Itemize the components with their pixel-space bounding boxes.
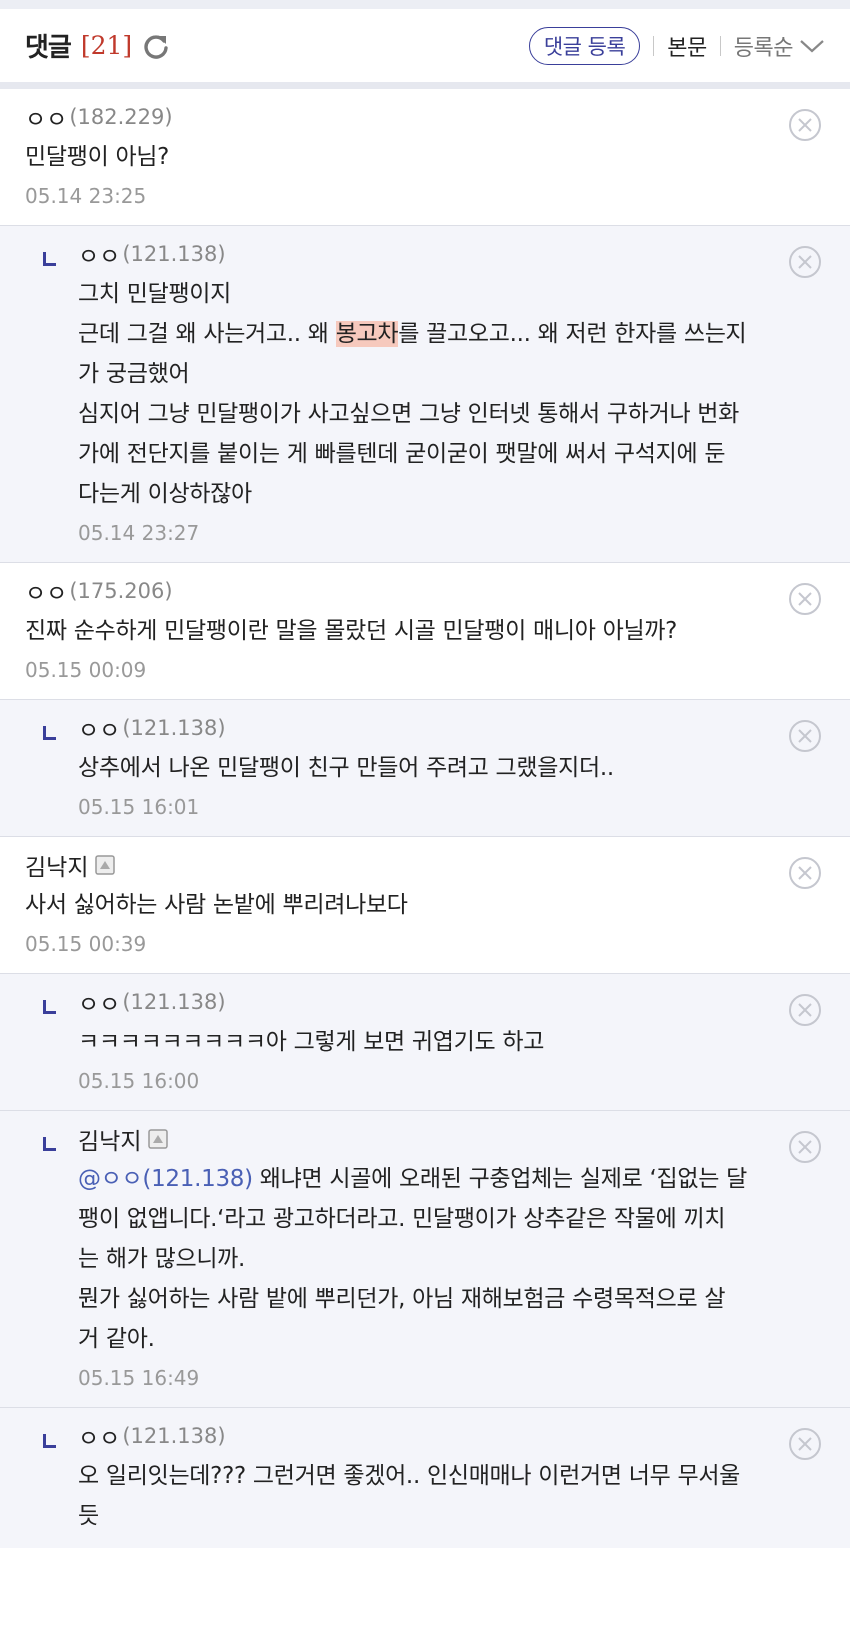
close-circle-icon[interactable]	[788, 1130, 822, 1164]
refresh-icon[interactable]	[142, 32, 170, 60]
author-ip: (175.206)	[69, 579, 173, 603]
content-line: 거 같아.	[78, 1326, 155, 1352]
comment-item: ㅇㅇ (182.229) 민달팽이 아님? 05.14 23:25	[0, 89, 850, 226]
author-ip: (121.138)	[122, 1424, 226, 1448]
reply-item: 김낙지 @ㅇㅇ(121.138) 왜냐면 시골에 오래된 구충업체는 실제로 ‘…	[0, 1111, 850, 1408]
author-name[interactable]: ㅇㅇ	[25, 574, 67, 608]
content-line: 다는게 이상하잖아	[78, 481, 252, 507]
content-line: ㅋㅋㅋㅋㅋㅋㅋㅋㅋ아 그렇게 보면 귀엽기도 하고	[78, 1029, 545, 1055]
content-line: 는 해가 많으니까.	[78, 1246, 246, 1272]
content-line: 가 궁금했어	[78, 361, 190, 387]
comment-author: ㅇㅇ (175.206)	[25, 575, 780, 607]
close-circle-icon[interactable]	[788, 108, 822, 142]
comment-author: ㅇㅇ (121.138)	[78, 712, 780, 744]
author-ip: (121.138)	[122, 716, 226, 740]
content-line: 뭔가 싫어하는 사람 밭에 뿌리던가, 아님 재해보험금 수령목적으로 살	[78, 1286, 726, 1312]
content-text: 왜냐면 시골에 오래된 구충업체는 실제로 ‘집없는 달	[252, 1166, 747, 1192]
comment-date: 05.14 23:27	[78, 521, 200, 545]
comment-content: 오 일리잇는데??? 그런거면 좋겠어.. 인신매매나 이런거면 너무 무서울 …	[78, 1456, 780, 1536]
reply-item: ㅇㅇ (121.138) ㅋㅋㅋㅋㅋㅋㅋㅋㅋ아 그렇게 보면 귀엽기도 하고 0…	[0, 974, 850, 1111]
reply-arrow-icon	[43, 252, 56, 266]
content-line: 사서 싫어하는 사람 논밭에 뿌리려나보다	[25, 892, 408, 918]
header-left: 댓글 [21]	[25, 27, 170, 64]
content-text: 근데 그걸 왜 사는거고.. 왜	[78, 321, 336, 347]
close-circle-icon[interactable]	[788, 856, 822, 890]
close-circle-icon[interactable]	[788, 719, 822, 753]
sort-label: 등록순	[733, 35, 794, 61]
comment-header: 댓글 [21] 댓글 등록 본문 등록순	[0, 9, 850, 89]
reply-item: ㅇㅇ (121.138) 그치 민달팽이지 근데 그걸 왜 사는거고.. 왜 봉…	[0, 226, 850, 563]
comment-content: 진짜 순수하게 민달팽이란 말을 몰랐던 시골 민달팽이 매니아 아닐까?	[25, 611, 780, 651]
content-text: 를 끌고오고... 왜 저런 한자를 쓰는지	[398, 321, 747, 347]
close-circle-icon[interactable]	[788, 582, 822, 616]
comment-date: 05.15 16:01	[78, 795, 200, 819]
comment-author: ㅇㅇ (121.138)	[78, 1420, 780, 1452]
comment-date: 05.15 16:00	[78, 1069, 200, 1093]
content-line: 심지어 그냥 민달팽이가 사고싶으면 그냥 인터넷 통해서 구하거나 번화	[78, 401, 740, 427]
content-line: 민달팽이 아님?	[25, 144, 170, 170]
content-line: 가에 전단지를 붙이는 게 빠를텐데 굳이굳이 팻말에 써서 구석지에 둔	[78, 441, 726, 467]
comment-item: ㅇㅇ (175.206) 진짜 순수하게 민달팽이란 말을 몰랐던 시골 민달팽…	[0, 563, 850, 700]
reply-arrow-icon	[43, 1137, 56, 1151]
write-comment-button[interactable]: 댓글 등록	[528, 26, 641, 65]
comment-content: 민달팽이 아님?	[25, 137, 780, 177]
comment-author: ㅇㅇ (121.138)	[78, 986, 780, 1018]
author-name[interactable]: ㅇㅇ	[25, 100, 67, 134]
author-name[interactable]: 김낙지	[78, 1122, 141, 1156]
author-name[interactable]: 김낙지	[25, 848, 88, 882]
comment-content: ㅋㅋㅋㅋㅋㅋㅋㅋㅋ아 그렇게 보면 귀엽기도 하고	[78, 1022, 780, 1062]
mention-link[interactable]: @ㅇㅇ(121.138)	[78, 1166, 253, 1192]
content-line: 팽이 없앱니다.‘라고 광고하더라고. 민달팽이가 상추같은 작물에 끼치	[78, 1206, 726, 1232]
close-circle-icon[interactable]	[788, 1427, 822, 1461]
body-link[interactable]: 본문	[667, 30, 707, 62]
header-right: 댓글 등록 본문 등록순	[528, 26, 825, 65]
comment-item: 김낙지 사서 싫어하는 사람 논밭에 뿌리려나보다 05.15 00:39	[0, 837, 850, 974]
reply-item: ㅇㅇ (121.138) 상추에서 나온 민달팽이 친구 만들어 주려고 그랬을…	[0, 700, 850, 837]
comment-count: [21]	[80, 31, 133, 60]
reply-arrow-icon	[43, 1434, 56, 1448]
content-line: 오 일리잇는데??? 그런거면 좋겠어.. 인신매매나 이런거면 너무 무서울	[78, 1463, 741, 1489]
comment-author: 김낙지	[78, 1123, 780, 1155]
comment-author: 김낙지	[25, 849, 780, 881]
content-line: 근데 그걸 왜 사는거고.. 왜 봉고차를 끌고오고... 왜 저런 한자를 쓰…	[78, 314, 780, 354]
comment-content: 상추에서 나온 민달팽이 친구 만들어 주려고 그랬을지더..	[78, 748, 780, 788]
content-line: 듯	[78, 1503, 99, 1529]
author-name[interactable]: ㅇㅇ	[78, 711, 120, 745]
comment-author: ㅇㅇ (121.138)	[78, 238, 780, 270]
highlighted-text: 봉고차	[335, 321, 399, 347]
content-line: @ㅇㅇ(121.138) 왜냐면 시골에 오래된 구충업체는 실제로 ‘집없는 …	[78, 1159, 780, 1199]
divider	[653, 35, 655, 56]
content-line: 상추에서 나온 민달팽이 친구 만들어 주려고 그랬을지더..	[78, 755, 614, 781]
reply-item: ㅇㅇ (121.138) 오 일리잇는데??? 그런거면 좋겠어.. 인신매매나…	[0, 1408, 850, 1548]
comment-content: 사서 싫어하는 사람 논밭에 뿌리려나보다	[25, 885, 780, 925]
content-line: 그치 민달팽이지	[78, 281, 232, 307]
member-icon	[148, 1129, 169, 1149]
comment-date: 05.15 00:39	[25, 932, 147, 956]
sort-dropdown[interactable]: 등록순	[734, 30, 825, 62]
comment-content: @ㅇㅇ(121.138) 왜냐면 시골에 오래된 구충업체는 실제로 ‘집없는 …	[78, 1159, 780, 1359]
reply-arrow-icon	[43, 1000, 56, 1014]
top-strip	[0, 0, 850, 9]
author-name[interactable]: ㅇㅇ	[78, 237, 120, 271]
divider	[719, 35, 721, 56]
comment-author: ㅇㅇ (182.229)	[25, 101, 780, 133]
comment-date: 05.15 00:09	[25, 658, 147, 682]
comment-date: 05.15 16:49	[78, 1366, 200, 1390]
author-name[interactable]: ㅇㅇ	[78, 985, 120, 1019]
close-circle-icon[interactable]	[788, 993, 822, 1027]
chevron-down-icon	[800, 39, 824, 52]
reply-arrow-icon	[43, 726, 56, 740]
content-line: 진짜 순수하게 민달팽이란 말을 몰랐던 시골 민달팽이 매니아 아닐까?	[25, 618, 678, 644]
comment-content: 그치 민달팽이지 근데 그걸 왜 사는거고.. 왜 봉고차를 끌고오고... 왜…	[78, 274, 780, 514]
author-ip: (121.138)	[122, 242, 226, 266]
member-icon	[95, 855, 116, 875]
author-name[interactable]: ㅇㅇ	[78, 1419, 120, 1453]
comment-title: 댓글	[25, 33, 72, 63]
comment-date: 05.14 23:25	[25, 184, 147, 208]
author-ip: (182.229)	[69, 105, 173, 129]
author-ip: (121.138)	[122, 990, 226, 1014]
close-circle-icon[interactable]	[788, 245, 822, 279]
